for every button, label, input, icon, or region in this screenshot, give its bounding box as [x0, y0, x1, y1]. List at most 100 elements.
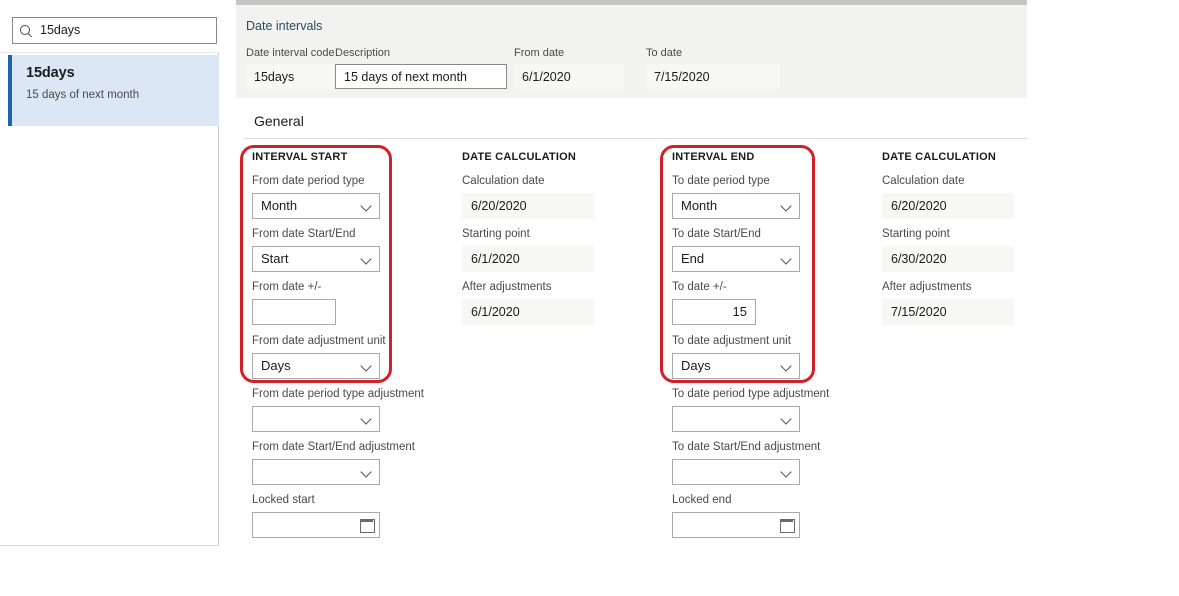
select-value: Days [681, 359, 711, 372]
to-date-adjustment-unit-select[interactable]: Days [672, 353, 800, 379]
chevron-down-icon [780, 359, 793, 372]
field-calculation-date-left: Calculation date 6/20/2020 [462, 175, 594, 219]
field-label: To date Start/End [672, 228, 800, 242]
tab-general-label: General [254, 113, 304, 130]
field-to-date-start-end-adjustment: To date Start/End adjustment [672, 441, 820, 485]
chevron-down-icon [360, 359, 373, 372]
field-label: To date period type [672, 175, 800, 189]
field-label: Description [335, 47, 507, 60]
main-content-pane: Date intervals Date interval code 15days… [236, 0, 1027, 546]
to-date-period-type-adjustment-select[interactable] [672, 406, 800, 432]
select-value: Month [681, 199, 717, 212]
field-from-date-plus-minus: From date +/- [252, 281, 336, 325]
chevron-down-icon [780, 412, 793, 425]
field-locked-end: Locked end [672, 494, 800, 538]
field-label: Date interval code [246, 47, 341, 60]
from-date-adjustment-unit-select[interactable]: Days [252, 353, 380, 379]
field-label: After adjustments [882, 281, 1014, 295]
after-adjustments-left-value: 6/1/2020 [462, 299, 594, 325]
field-from-date-start-end: From date Start/End Start [252, 228, 380, 272]
calculation-date-left-value: 6/20/2020 [462, 193, 594, 219]
app-root: 15days 15days 15 days of next month Date… [0, 0, 1179, 596]
field-from-date-adjustment-unit: From date adjustment unit Days [252, 335, 386, 379]
field-label: From date period type [252, 175, 380, 189]
search-icon [19, 24, 33, 38]
column-heading-interval-end: INTERVAL END [672, 151, 754, 163]
field-starting-point-left: Starting point 6/1/2020 [462, 228, 594, 272]
calendar-icon[interactable] [360, 518, 374, 532]
field-from-date: From date 6/1/2020 [514, 47, 624, 89]
from-date-period-type-select[interactable]: Month [252, 193, 380, 219]
field-from-date-start-end-adjustment: From date Start/End adjustment [252, 441, 415, 485]
after-adjustments-right-value: 7/15/2020 [882, 299, 1014, 325]
field-label: From date adjustment unit [252, 335, 386, 349]
chevron-down-icon [360, 465, 373, 478]
field-label: To date [646, 47, 780, 60]
from-date-start-end-adjustment-select[interactable] [252, 459, 380, 485]
description-input[interactable]: 15 days of next month [335, 64, 507, 89]
field-label: Locked start [252, 494, 380, 508]
date-interval-code-input[interactable]: 15days [246, 64, 341, 89]
form-grid: INTERVAL START From date period type Mon… [244, 139, 1027, 546]
to-date-start-end-adjustment-select[interactable] [672, 459, 800, 485]
to-date-start-end-select[interactable]: End [672, 246, 800, 272]
page-title: Date intervals [246, 19, 322, 34]
starting-point-left-value: 6/1/2020 [462, 246, 594, 272]
search-input-value: 15days [40, 24, 80, 37]
to-date-period-type-select[interactable]: Month [672, 193, 800, 219]
chevron-down-icon [360, 412, 373, 425]
field-after-adjustments-left: After adjustments 6/1/2020 [462, 281, 594, 325]
field-label: Starting point [462, 228, 594, 242]
field-label: From date Start/End [252, 228, 380, 242]
field-label: From date Start/End adjustment [252, 441, 415, 455]
column-heading-date-calculation-right: DATE CALCULATION [882, 151, 996, 163]
column-heading-date-calculation-left: DATE CALCULATION [462, 151, 576, 163]
locked-start-input[interactable] [252, 512, 380, 538]
field-to-date-adjustment-unit: To date adjustment unit Days [672, 335, 800, 379]
textbox-value: 15 [733, 304, 747, 319]
field-date-interval-code: Date interval code 15days [246, 47, 341, 89]
field-calculation-date-right: Calculation date 6/20/2020 [882, 175, 1014, 219]
select-value: Start [261, 252, 288, 265]
list-item-title: 15days [26, 65, 219, 82]
record-header: Date intervals Date interval code 15days… [236, 5, 1027, 98]
field-label: Calculation date [462, 175, 594, 189]
field-from-date-period-type: From date period type Month [252, 175, 380, 219]
field-to-date: To date 7/15/2020 [646, 47, 780, 89]
calendar-icon[interactable] [780, 518, 794, 532]
field-label: After adjustments [462, 281, 594, 295]
field-label: To date +/- [672, 281, 756, 295]
field-label: To date Start/End adjustment [672, 441, 820, 455]
search-input[interactable]: 15days [12, 17, 217, 44]
select-value: End [681, 252, 704, 265]
chevron-down-icon [780, 199, 793, 212]
from-date-value: 6/1/2020 [514, 64, 624, 89]
field-to-date-plus-minus: To date +/- 15 [672, 281, 756, 325]
calculation-date-right-value: 6/20/2020 [882, 193, 1014, 219]
sidebar-item-15days[interactable]: 15days 15 days of next month [8, 55, 219, 126]
list-item-subtitle: 15 days of next month [26, 89, 219, 103]
search-area: 15days [0, 0, 219, 53]
field-to-date-start-end: To date Start/End End [672, 228, 800, 272]
field-label: Starting point [882, 228, 1014, 242]
tab-general[interactable]: General [244, 103, 1027, 139]
to-date-plus-minus-input[interactable]: 15 [672, 299, 756, 325]
field-to-date-period-type-adjustment: To date period type adjustment [672, 388, 829, 432]
starting-point-right-value: 6/30/2020 [882, 246, 1014, 272]
field-locked-start: Locked start [252, 494, 380, 538]
chevron-down-icon [780, 465, 793, 478]
field-label: Calculation date [882, 175, 1014, 189]
from-date-period-type-adjustment-select[interactable] [252, 406, 380, 432]
select-value: Month [261, 199, 297, 212]
left-navigation-pane: 15days 15days 15 days of next month [0, 0, 219, 546]
column-heading-interval-start: INTERVAL START [252, 151, 348, 163]
field-label: To date adjustment unit [672, 335, 800, 349]
field-description: Description 15 days of next month [335, 47, 507, 89]
from-date-plus-minus-input[interactable] [252, 299, 336, 325]
chevron-down-icon [780, 252, 793, 265]
field-to-date-period-type: To date period type Month [672, 175, 800, 219]
chevron-down-icon [360, 199, 373, 212]
from-date-start-end-select[interactable]: Start [252, 246, 380, 272]
locked-end-input[interactable] [672, 512, 800, 538]
select-value: Days [261, 359, 291, 372]
